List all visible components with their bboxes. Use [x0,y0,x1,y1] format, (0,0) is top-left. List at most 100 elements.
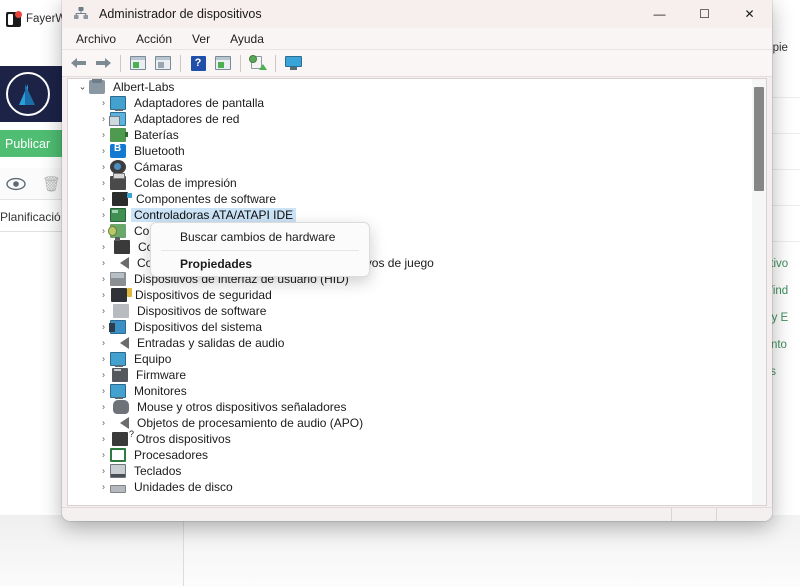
tree-items-container: › Adaptadores de pantalla›Adaptadores de … [68,95,752,495]
scrollbar-thumb[interactable] [754,87,764,191]
tree-item-3[interactable]: › Bluetooth [68,143,752,159]
tree-item-label: Entradas y salidas de audio [134,336,287,350]
processor-icon [110,448,126,462]
chevron-right-icon[interactable]: › [97,258,110,268]
tree-item-label: Unidades de disco [131,480,236,494]
publish-button[interactable]: Publicar [0,130,62,157]
status-cell-3 [717,508,772,521]
close-button[interactable]: ✕ [727,0,772,28]
tree-item-2[interactable]: › Baterías [68,127,752,143]
tree-item-5[interactable]: ›Colas de impresión [68,175,752,191]
properties-button[interactable] [151,52,175,74]
chevron-right-icon[interactable]: › [97,402,110,412]
chevron-right-icon[interactable]: › [97,418,110,428]
chevron-right-icon[interactable]: › [97,338,110,348]
chevron-right-icon[interactable]: › [97,146,110,156]
tree-item-label: Dispositivos de seguridad [132,288,275,302]
forward-arrow-icon [96,57,111,69]
maximize-icon: ☐ [699,7,710,21]
tree-item-6[interactable]: ›Componentes de software [68,191,752,207]
chevron-right-icon[interactable]: › [97,130,110,140]
tree-item-23[interactable]: ›Teclados [68,463,752,479]
tree-item-0[interactable]: › Adaptadores de pantalla [68,95,752,111]
maximize-button[interactable]: ☐ [682,0,727,28]
divider [183,515,184,586]
audio-processing-icon [113,417,129,429]
chevron-right-icon[interactable]: › [97,162,110,172]
chevron-right-icon[interactable]: › [97,306,110,316]
chevron-right-icon[interactable]: › [97,434,110,444]
tree-item-4[interactable]: ›Cámaras [68,159,752,175]
properties-icon [155,56,171,70]
remote-desktop-button[interactable] [281,52,305,74]
trash-icon[interactable]: 🗑 [42,175,61,193]
tree-item-19[interactable]: › Mouse y otros dispositivos señaladores [68,399,752,415]
chevron-right-icon[interactable]: › [97,274,110,284]
window-title: Administrador de dispositivos [99,7,262,21]
device-tree-list: ⌄ Albert-Labs › Adaptadores de pantalla›A… [68,79,752,495]
ctx-properties[interactable]: Propiedades [151,253,369,275]
chevron-right-icon[interactable]: › [97,290,110,300]
tree-item-label: Baterías [131,128,182,142]
ctx-scan-hardware-changes[interactable]: Buscar cambios de hardware [151,226,369,248]
tree-item-12[interactable]: › Dispositivos de seguridad [68,287,752,303]
brand-a-logo-icon [6,72,50,116]
tree-item-13[interactable]: ›Dispositivos de software [68,303,752,319]
scan-hardware-changes-button[interactable] [246,52,270,74]
tree-item-21[interactable]: ›Otros dispositivos [68,431,752,447]
device-manager-icon [73,6,89,22]
tree-item-label: Adaptadores de pantalla [131,96,267,110]
bluetooth-icon [110,144,126,158]
tree-item-15[interactable]: › Entradas y salidas de audio [68,335,752,351]
minimize-button[interactable]: — [637,0,682,28]
tree-item-18[interactable]: ›Monitores [68,383,752,399]
tree-scrollbar[interactable] [752,79,766,505]
chevron-right-icon[interactable]: › [97,466,110,476]
tree-item-22[interactable]: ›Procesadores [68,447,752,463]
chevron-right-icon[interactable]: › [97,210,110,220]
tree-item-24[interactable]: › Unidades de disco [68,479,752,495]
menu-ayuda[interactable]: Ayuda [230,32,264,46]
tree-item-1[interactable]: ›Adaptadores de red [68,111,752,127]
chevron-down-icon[interactable]: ⌄ [76,81,89,92]
chevron-right-icon[interactable]: › [97,386,110,396]
firmware-icon [112,368,128,382]
chevron-right-icon[interactable]: › [97,354,110,364]
security-device-icon [111,288,127,302]
hid-icon [110,272,126,286]
software-device-icon [113,304,129,318]
camera-icon [110,160,126,174]
chevron-right-icon[interactable]: › [97,194,110,204]
chevron-right-icon[interactable]: › [97,242,110,252]
device-tree-panel[interactable]: ⌄ Albert-Labs › Adaptadores de pantalla›A… [67,78,767,506]
window-titlebar[interactable]: Administrador de dispositivos — ☐ ✕ [62,0,772,28]
show-hidden-devices-button[interactable] [126,52,150,74]
menu-archivo[interactable]: Archivo [76,32,116,46]
tree-item-label: Mouse y otros dispositivos señaladores [134,400,349,414]
scan-hardware-changes-icon [250,56,266,70]
help-button[interactable]: ? [186,52,210,74]
chevron-right-icon[interactable]: › [97,370,110,380]
tree-root-row[interactable]: ⌄ Albert-Labs [68,79,752,95]
back-button[interactable] [66,52,90,74]
tree-item-16[interactable]: ›Equipo [68,351,752,367]
bookmark-icon [6,12,21,27]
tree-item-20[interactable]: ›Objetos de procesamiento de audio (APO) [68,415,752,431]
printer-icon [110,176,126,190]
chevron-right-icon[interactable]: › [97,178,110,188]
forward-button[interactable] [91,52,115,74]
close-icon: ✕ [744,7,754,21]
chevron-right-icon[interactable]: › [97,482,110,492]
ctx-item-label: Buscar cambios de hardware [180,230,335,244]
update-driver-button[interactable] [211,52,235,74]
tree-item-7[interactable]: ›Controladoras ATA/ATAPI IDE [68,207,752,223]
status-cell-2 [672,508,717,521]
tree-item-17[interactable]: ›Firmware [68,367,752,383]
eye-icon[interactable] [2,175,30,193]
menu-accion[interactable]: Acción [136,32,172,46]
tree-item-14[interactable]: ›Dispositivos del sistema [68,319,752,335]
chevron-right-icon[interactable]: › [97,98,110,108]
chevron-right-icon[interactable]: › [97,450,110,460]
tree-item-label: Bluetooth [131,144,188,158]
menu-ver[interactable]: Ver [192,32,210,46]
